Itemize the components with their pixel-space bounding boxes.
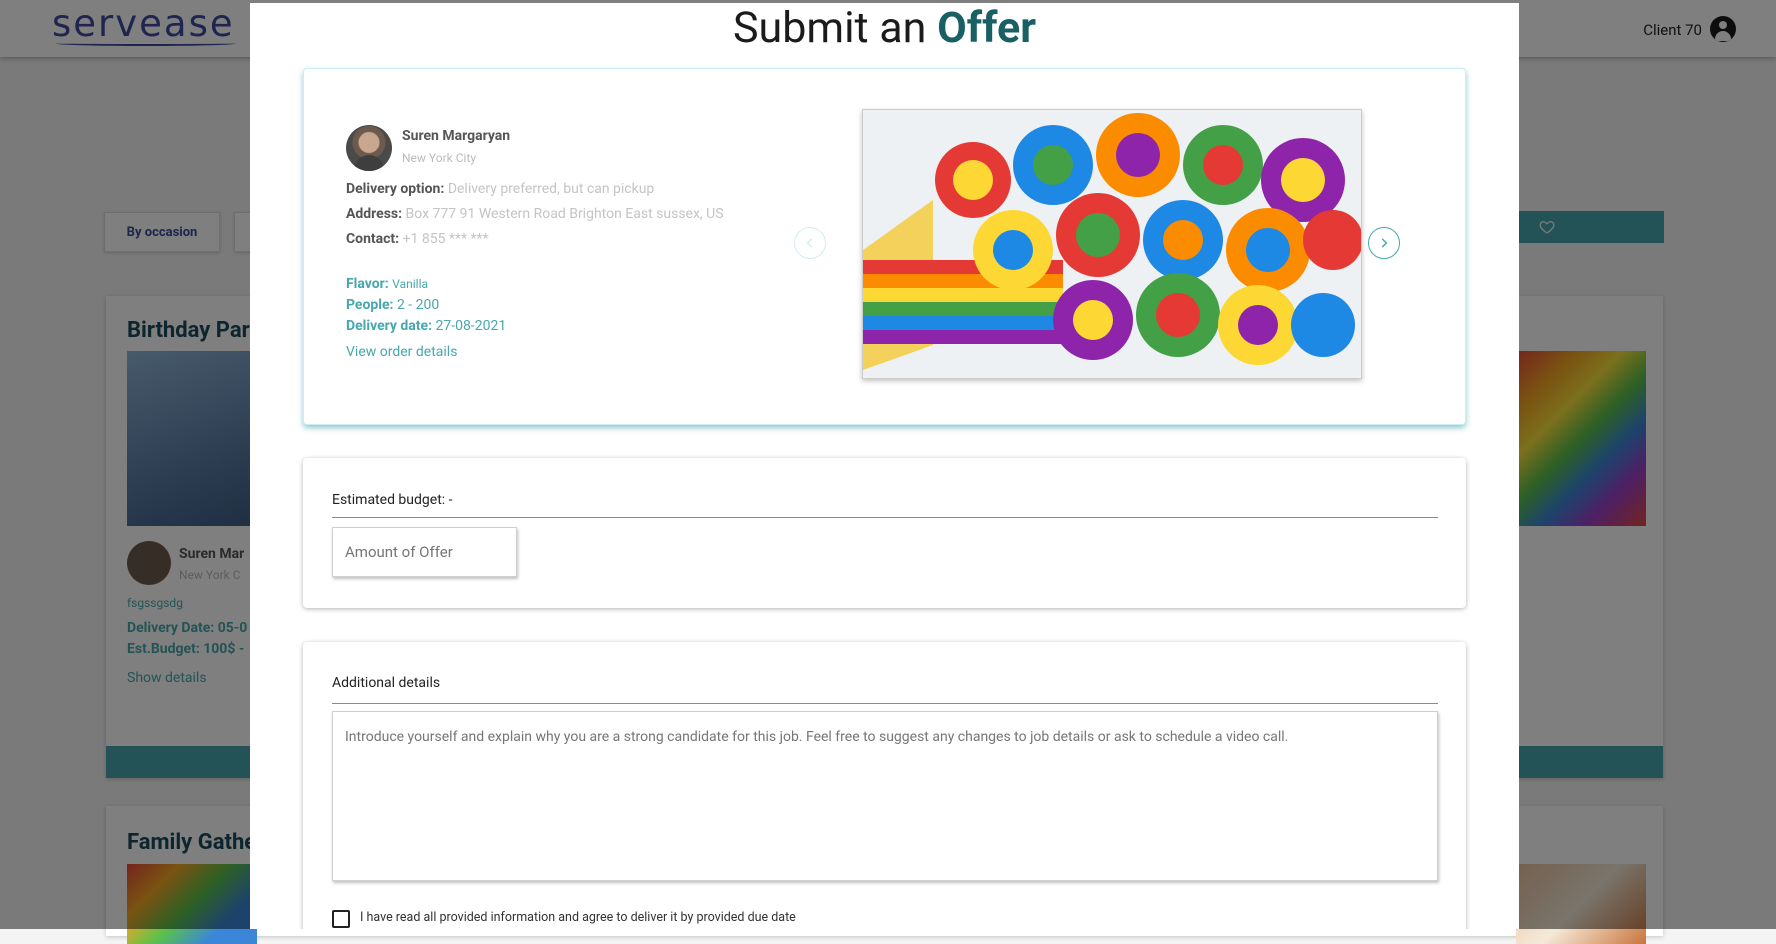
modal-title: Submit an Offer (250, 3, 1519, 53)
flavor-label: Flavor: (346, 276, 389, 292)
submit-offer-modal: Submit an Offer Suren Margaryan New York… (250, 3, 1519, 929)
contact-value: +1 855 *** *** (402, 231, 489, 247)
people-label: People: (346, 297, 394, 313)
delivery-option-row: Delivery option: Delivery preferred, but… (346, 181, 654, 197)
budget-card: Estimated budget: - (303, 458, 1466, 608)
divider (332, 517, 1438, 518)
agreement-checkbox[interactable] (332, 910, 350, 928)
contact-row: Contact: +1 855 *** *** (346, 231, 489, 247)
delivery-option-value: Delivery preferred, but can pickup (447, 181, 655, 197)
people-value: 2 - 200 (396, 297, 440, 313)
additional-details-textarea[interactable] (332, 711, 1438, 881)
order-summary-card: Suren Margaryan New York City Delivery o… (303, 68, 1466, 425)
delivery-date-label: Delivery date: (346, 318, 433, 334)
agreement-label: I have read all provided information and… (360, 910, 796, 925)
address-value: Box 777 91 Western Road Brighton East su… (405, 206, 724, 222)
delivery-option-label: Delivery option: (346, 181, 445, 197)
chevron-right-icon (1381, 238, 1388, 248)
address-row: Address: Box 777 91 Western Road Brighto… (346, 206, 724, 222)
additional-details-label: Additional details (332, 675, 441, 691)
avatar (346, 125, 392, 171)
chevron-left-icon (806, 238, 813, 248)
divider (332, 703, 1438, 704)
address-label: Address: (346, 206, 403, 222)
estimated-budget-label: Estimated budget: - (332, 492, 453, 508)
additional-details-card: Additional details I have read all provi… (303, 642, 1466, 929)
customer-city: New York City (402, 151, 477, 165)
flavor-value: Vanilla (392, 277, 429, 291)
people-row: People: 2 - 200 (346, 297, 439, 313)
carousel-next-button[interactable] (1368, 227, 1400, 259)
amount-of-offer-input[interactable] (332, 527, 517, 577)
contact-label: Contact: (346, 231, 400, 247)
carousel-prev-button[interactable] (794, 227, 826, 259)
flavor-row: Flavor: Vanilla (346, 276, 428, 292)
delivery-date-row: Delivery date: 27-08-2021 (346, 318, 506, 334)
customer-name: Suren Margaryan (402, 128, 511, 144)
view-order-details-link[interactable]: View order details (346, 344, 457, 360)
cake-image (862, 109, 1362, 379)
delivery-date-value: 27-08-2021 (435, 318, 507, 334)
title-accent: Offer (937, 3, 1036, 53)
title-prefix: Submit an (733, 3, 927, 53)
